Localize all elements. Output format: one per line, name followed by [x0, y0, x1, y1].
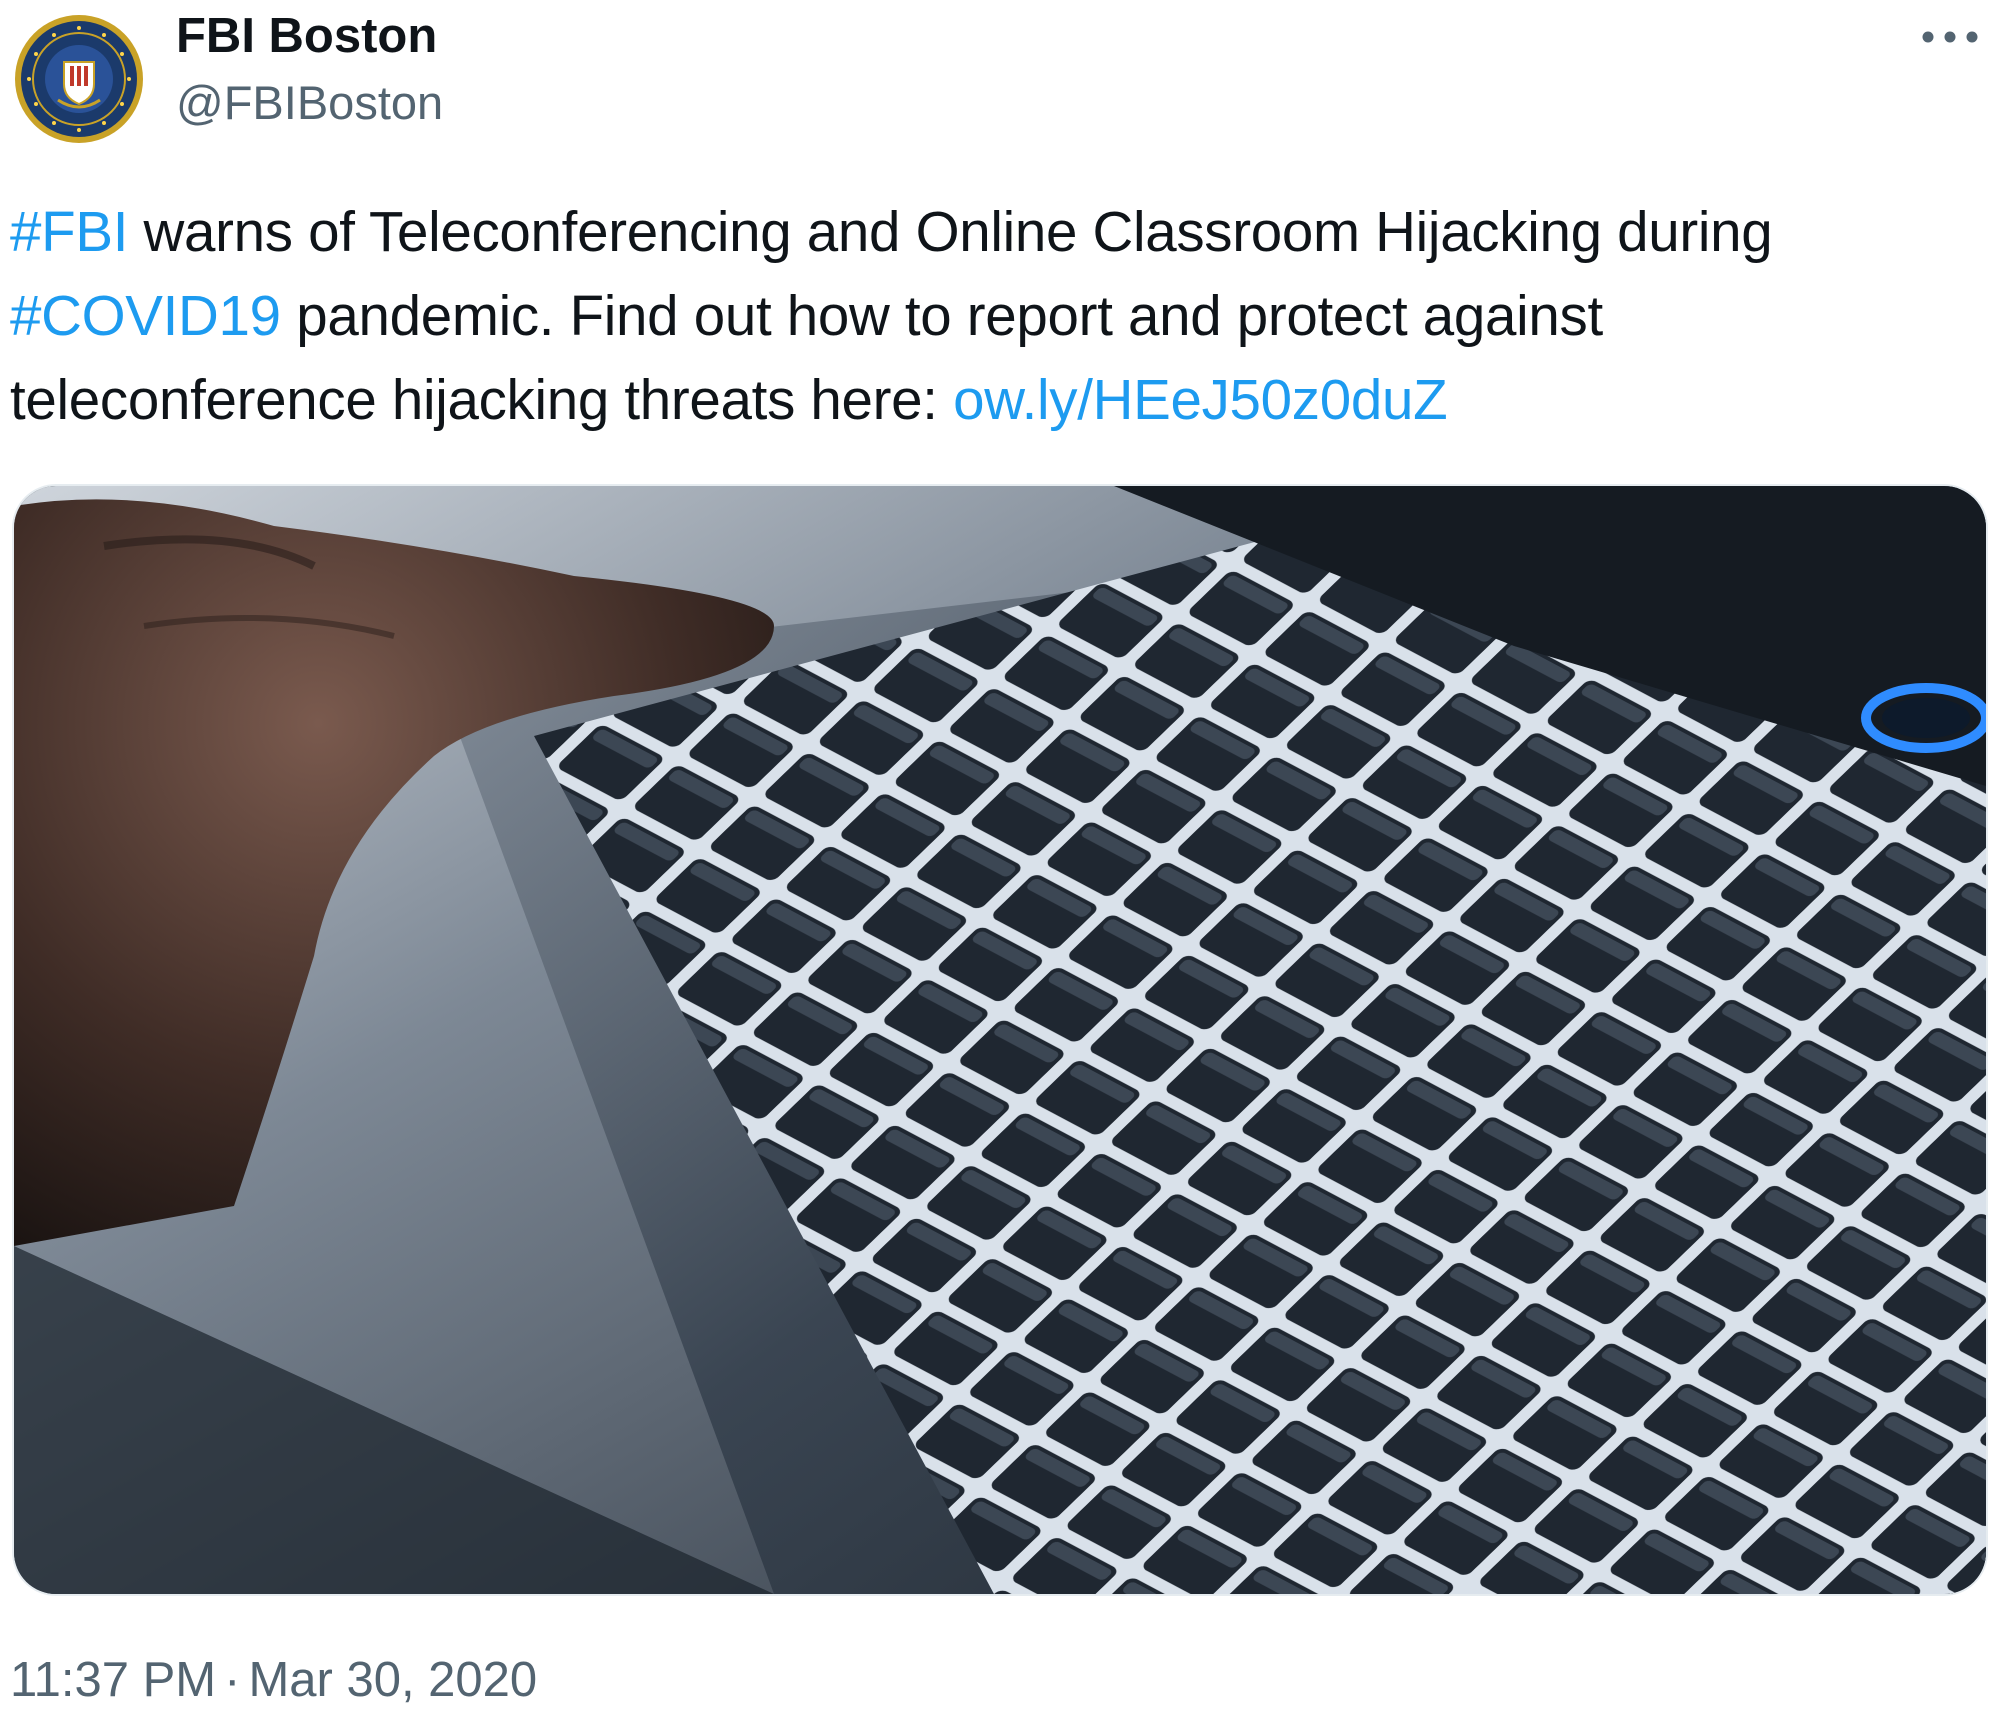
fbi-seal-graphic [15, 15, 143, 143]
fbi-seal-icon[interactable] [14, 14, 144, 144]
tweet-line-3: teleconference hijacking threats here: o… [10, 358, 1985, 442]
tweet-date: Mar 30, 2020 [248, 1653, 538, 1707]
tweet-text-segment: pandemic. Find out how to report and pro… [280, 284, 1603, 347]
author-display-name[interactable]: FBI Boston [176, 6, 437, 66]
tweet-time: 11:37 PM [10, 1653, 217, 1707]
tweet-line-1: #FBI warns of Teleconferencing and Onlin… [10, 190, 1985, 274]
timestamp-separator: · [224, 1653, 241, 1707]
short-url-link[interactable]: ow.ly/HEeJ50z0duZ [953, 368, 1448, 431]
hashtag-fbi-link[interactable]: #FBI [10, 200, 128, 263]
tweet-text-segment: warns of Teleconferencing and Online Cla… [128, 200, 1773, 263]
tweet-text: #FBI warns of Teleconferencing and Onlin… [10, 190, 1985, 442]
tweet-line-2: #COVID19 pandemic. Find out how to repor… [10, 274, 1985, 358]
author-handle[interactable]: @FBIBoston [176, 74, 443, 132]
more-options-icon[interactable] [1914, 12, 1986, 62]
hashtag-covid19-link[interactable]: #COVID19 [10, 284, 281, 347]
tweet-text-segment: teleconference hijacking threats here: [10, 368, 954, 431]
tweet-card: FBI Boston @FBIBoston #FBI warns of Tele… [0, 0, 2000, 1709]
keyboard-hand-photo [14, 486, 1986, 1594]
tweet-media-photo[interactable] [12, 484, 1988, 1596]
tweet-timestamp[interactable]: 11:37 PM · Mar 30, 2020 [10, 1650, 537, 1710]
